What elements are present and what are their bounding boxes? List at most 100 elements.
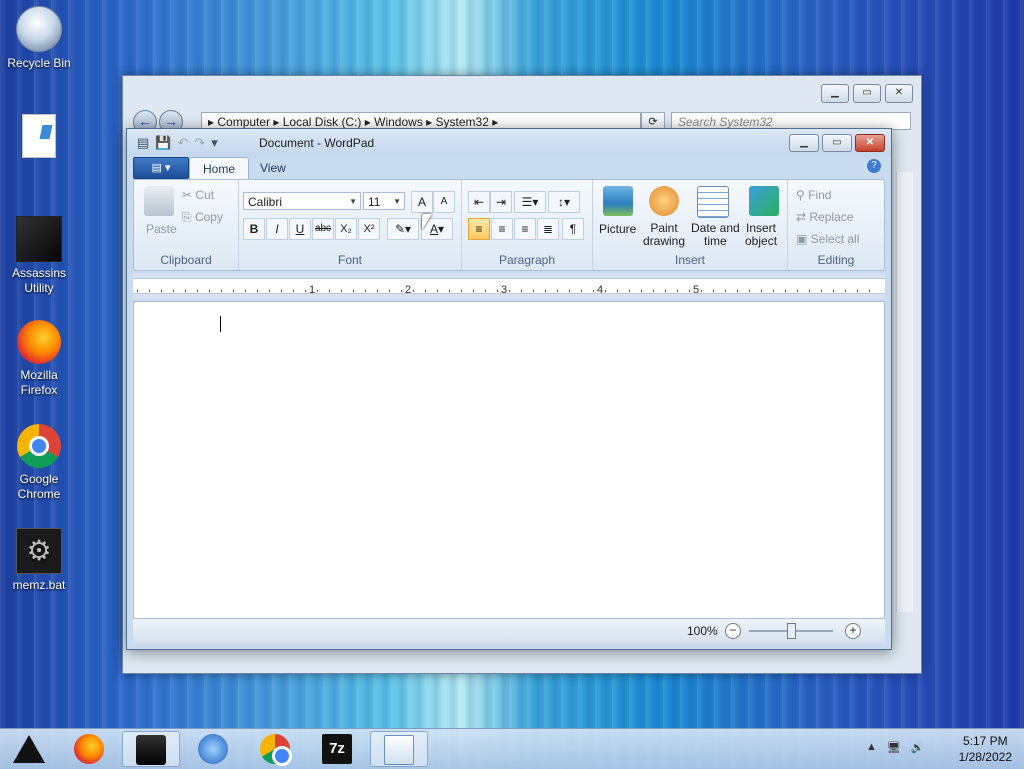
replace-button[interactable]: ⇄ Replace (796, 210, 853, 224)
system-tray: ▲ 🖥 🔊 (866, 741, 925, 754)
maximize-button[interactable]: ▭ (822, 134, 852, 152)
taskbar-explorer[interactable] (122, 731, 180, 767)
paragraph-group-label: Paragraph (498, 253, 556, 267)
align-center-icon[interactable]: ≡ (491, 218, 513, 240)
tab-view[interactable]: View (247, 157, 299, 178)
picture-icon[interactable] (603, 186, 633, 216)
insert-object-icon[interactable] (749, 186, 779, 216)
increase-indent-icon[interactable]: ⇥ (490, 191, 512, 213)
paint-drawing-button[interactable]: Paint drawing (643, 222, 685, 248)
ruler[interactable]: 1 2 3 4 5 (133, 273, 885, 299)
align-left-icon[interactable]: ≡ (468, 218, 490, 240)
select-all-label: Select all (810, 232, 860, 246)
minimize-button[interactable]: ▁ (789, 134, 819, 152)
bold-button[interactable]: B (243, 218, 265, 240)
superscript-button[interactable]: X² (358, 218, 380, 240)
close-button[interactable]: ✕ (855, 134, 885, 152)
desktop-icon-recycle-bin[interactable]: Recycle Bin (4, 6, 74, 71)
zoom-in-button[interactable]: + (845, 623, 861, 639)
zoom-out-button[interactable]: − (725, 623, 741, 639)
start-logo-icon (13, 735, 45, 763)
paint-label-1: Paint (650, 221, 678, 235)
font-family-select[interactable]: Calibri ▼ (243, 192, 361, 210)
taskbar-7zip[interactable]: 7z (308, 731, 366, 767)
redo-icon[interactable]: ↷ (194, 135, 205, 151)
copy-button[interactable]: ⎘ Copy (182, 210, 223, 225)
copy-label: Copy (194, 210, 223, 224)
ruler-number: 5 (693, 284, 700, 296)
datetime-label-1: Date and (691, 221, 740, 235)
decrease-indent-icon[interactable]: ⇤ (468, 191, 490, 213)
italic-button[interactable]: I (266, 218, 288, 240)
line-spacing-icon[interactable]: ↕▾ (548, 191, 580, 213)
taskbar-wordpad[interactable] (370, 731, 428, 767)
taskbar-firefox[interactable] (60, 731, 118, 767)
batch-file-icon: ⚙ (16, 528, 62, 574)
insert-group-label: Insert (674, 253, 705, 267)
volume-icon[interactable]: 🔊 (911, 741, 925, 754)
breadcrumb-computer[interactable]: Computer (217, 115, 270, 129)
font-size-select[interactable]: 11 ▼ (363, 192, 405, 210)
replace-label: Replace (809, 210, 854, 224)
cut-button[interactable]: ✂ Cut (182, 188, 214, 202)
maximize-button[interactable]: ▭ (853, 84, 881, 103)
shrink-font-button[interactable]: A (433, 191, 455, 213)
breadcrumb-system32[interactable]: System32 (436, 115, 489, 129)
desktop-icon-document[interactable] (4, 114, 74, 162)
paste-button[interactable]: Paste (146, 222, 177, 236)
taskbar-media-player[interactable] (184, 731, 242, 767)
network-warning-icon[interactable]: 🖥 (887, 741, 901, 754)
desktop-icon-chrome[interactable]: Google Chrome (4, 424, 74, 502)
recycle-bin-icon (16, 6, 62, 52)
firefox-icon (17, 320, 61, 364)
mouse-cursor-icon (422, 214, 432, 230)
zoom-slider-thumb[interactable] (787, 623, 796, 639)
desktop-icon-assassins-utility[interactable]: Assassins Utility (4, 216, 74, 296)
firefox-icon (74, 734, 104, 764)
calendar-icon[interactable] (697, 186, 729, 218)
object-label-2: object (745, 234, 778, 248)
breadcrumb-local-disk[interactable]: Local Disk (C:) (283, 115, 362, 129)
paragraph-settings-icon[interactable]: ¶ (562, 218, 584, 240)
strikethrough-button[interactable]: abc (312, 218, 334, 240)
justify-icon[interactable]: ≣ (537, 218, 559, 240)
paint-drawing-icon[interactable] (649, 186, 679, 216)
customize-chevron-icon[interactable]: ▾ (211, 135, 218, 151)
tab-home[interactable]: Home (189, 157, 250, 179)
chevron-down-icon: ▼ (349, 197, 357, 206)
paragraph-group: ⇤ ⇥ ☰▾ ↕▾ ≡ ≡ ≡ ≣ ¶ Paragraph (462, 180, 593, 270)
highlight-color-button[interactable]: ✎▾ (387, 218, 419, 240)
underline-button[interactable]: U (289, 218, 311, 240)
select-all-button[interactable]: ▣ Select all (796, 232, 859, 246)
insert-object-button[interactable]: Insert object (745, 222, 777, 248)
save-icon[interactable]: 💾 (155, 135, 171, 151)
align-right-icon[interactable]: ≡ (514, 218, 536, 240)
application-menu-button[interactable]: ▤ ▾ (133, 157, 189, 179)
ruler-number: 3 (501, 284, 508, 296)
grow-font-button[interactable]: A (411, 191, 433, 213)
explorer-scrollbar[interactable] (896, 172, 913, 612)
window-caption-buttons: ▁ ▭ ✕ (789, 134, 885, 152)
start-button[interactable] (0, 731, 58, 767)
breadcrumb-windows[interactable]: Windows (374, 115, 423, 129)
desktop-icon-memz[interactable]: ⚙ memz.bat (4, 528, 74, 593)
desktop-icon-firefox[interactable]: Mozilla Firefox (4, 320, 74, 398)
wordpad-window[interactable]: ▤ 💾 ↶ ↷ ▾ Document - WordPad ▁ ▭ ✕ ▤ ▾ H… (126, 128, 892, 650)
subscript-button[interactable]: X₂ (335, 218, 357, 240)
clock[interactable]: 5:17 PM 1/28/2022 (959, 733, 1012, 765)
paste-icon[interactable] (144, 186, 174, 216)
picture-button[interactable]: Picture (599, 222, 636, 236)
document-area[interactable] (133, 301, 885, 619)
help-icon[interactable]: ? (867, 159, 881, 173)
taskbar-chrome[interactable] (246, 731, 304, 767)
title-bar[interactable]: ▤ 💾 ↶ ↷ ▾ Document - WordPad ▁ ▭ ✕ (127, 129, 891, 157)
bullets-icon[interactable]: ☰▾ (514, 191, 546, 213)
find-button[interactable]: ⚲ Find (796, 188, 831, 202)
show-hidden-icons-icon[interactable]: ▲ (866, 741, 877, 754)
object-label-1: Insert (746, 221, 777, 235)
undo-icon[interactable]: ↶ (177, 135, 188, 151)
desktop-icon-label: Mozilla Firefox (20, 368, 58, 397)
close-button[interactable]: ✕ (885, 84, 913, 103)
date-time-button[interactable]: Date and time (691, 222, 740, 248)
minimize-button[interactable]: ▁ (821, 84, 849, 103)
